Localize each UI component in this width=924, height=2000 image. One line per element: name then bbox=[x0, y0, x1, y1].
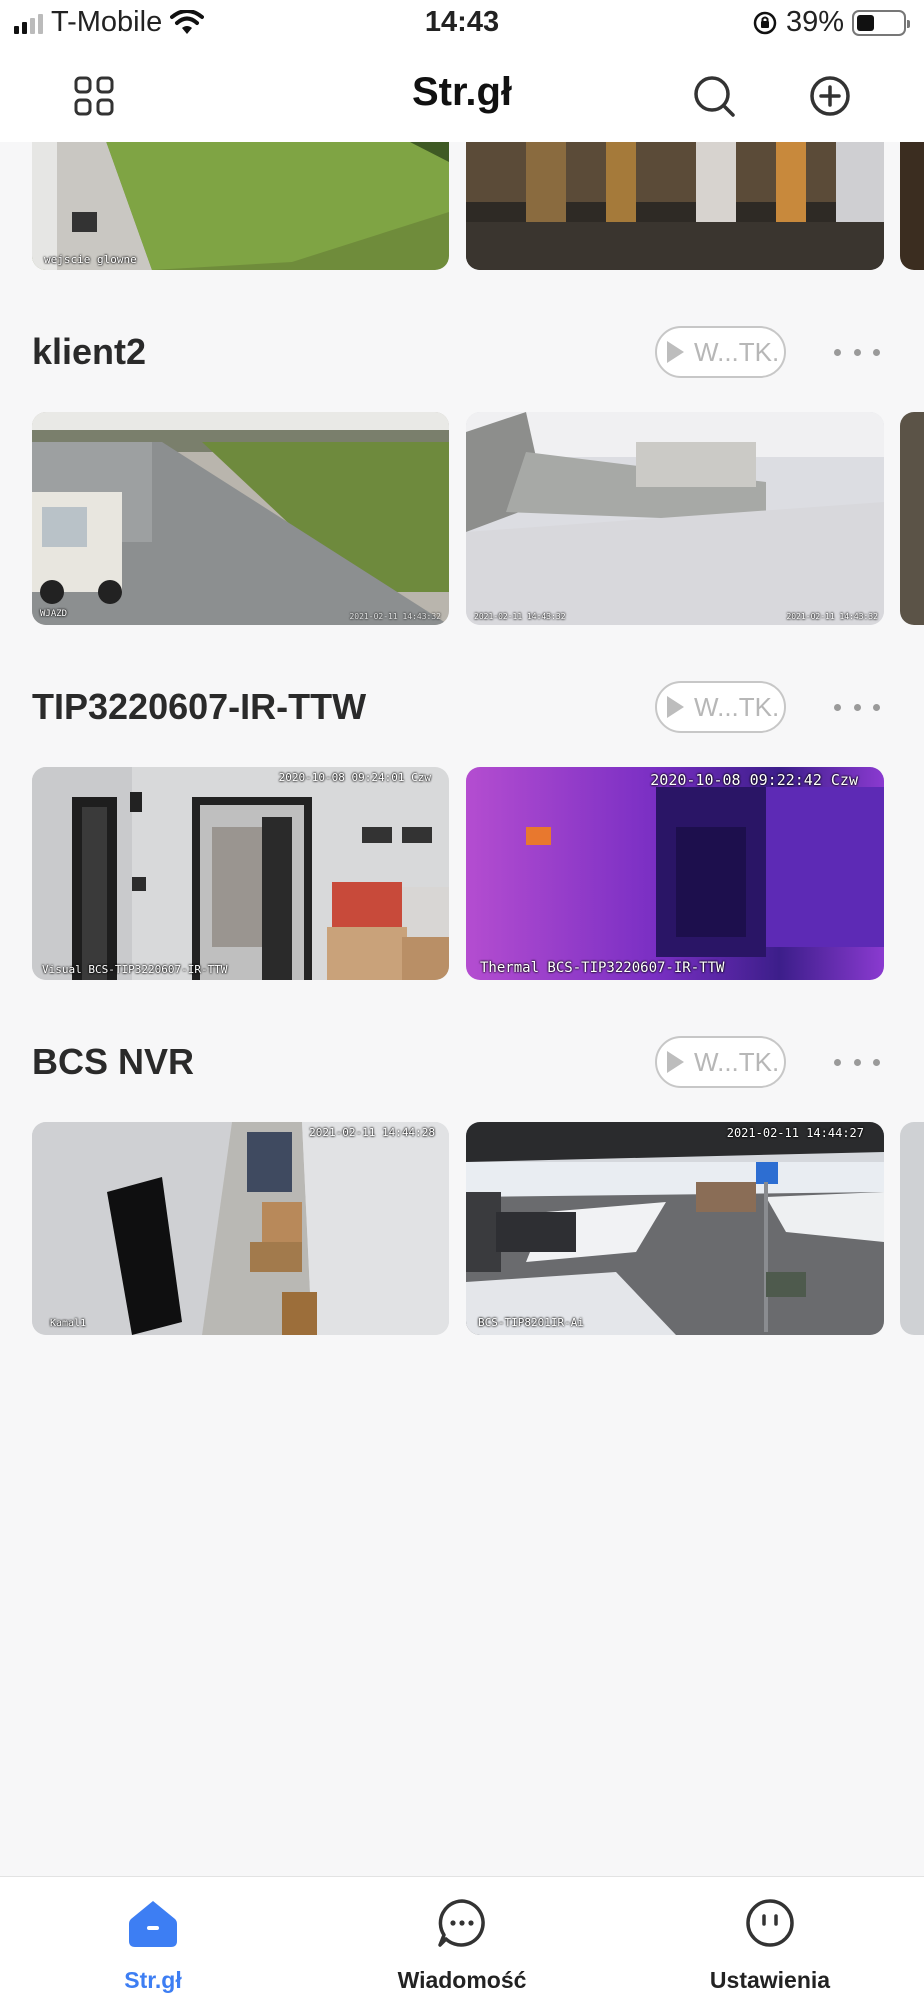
camera-thumbnail-entrance[interactable]: wejscie glowne bbox=[32, 142, 449, 270]
camera-thumbnail-corridor[interactable]: 2021-02-11 14:44:28 Kamal1 bbox=[32, 1122, 449, 1335]
camera-timestamp: 2021-02-11 14:44:27 bbox=[726, 1126, 864, 1140]
tab-home[interactable]: Str.gł bbox=[53, 1893, 253, 1994]
play-icon bbox=[667, 1051, 684, 1073]
camera-timestamp: 2021-02-11 14:44:28 bbox=[309, 1126, 435, 1139]
add-device-icon[interactable] bbox=[806, 72, 854, 120]
orientation-lock-icon bbox=[753, 11, 777, 34]
more-options-icon[interactable] bbox=[834, 342, 880, 362]
search-icon[interactable] bbox=[690, 72, 738, 120]
camera-timestamp: 2020-10-08 09:24:01 Czw bbox=[278, 771, 431, 784]
settings-face-icon bbox=[746, 1899, 794, 1947]
camera-caption: WJAZD bbox=[40, 609, 68, 619]
status-bar: T-Mobile 14:43 39% bbox=[0, 0, 924, 46]
camera-thumbnail-wjazd[interactable]: WJAZD 2021-02-11 14:43:32 bbox=[32, 412, 449, 625]
camera-caption: Kamal1 bbox=[50, 1318, 87, 1329]
play-icon bbox=[667, 341, 684, 363]
camera-thumbnail-thermal[interactable]: 2020-10-08 09:22:42 Czw Thermal BCS-TIP3… bbox=[466, 767, 884, 980]
play-all-button[interactable]: W...TK. bbox=[655, 1036, 786, 1088]
page-title: Str.gł bbox=[411, 70, 513, 114]
camera-timestamp: 2020-10-08 09:22:42 Czw bbox=[650, 771, 858, 789]
tab-label: Str.gł bbox=[124, 1967, 182, 1993]
group-title: BCS NVR bbox=[32, 1041, 195, 1082]
play-all-button[interactable]: W...TK. bbox=[655, 326, 786, 378]
tab-settings[interactable]: Ustawienia bbox=[670, 1893, 870, 1994]
play-icon bbox=[667, 696, 684, 718]
more-options-icon[interactable] bbox=[834, 1052, 880, 1072]
camera-thumbnail-partial[interactable] bbox=[900, 412, 924, 625]
camera-thumbnail-visual[interactable]: 2020-10-08 09:24:01 Czw Visual BCS-TIP32… bbox=[32, 767, 449, 980]
camera-timestamp: 2021-02-11 14:43:32 bbox=[474, 612, 566, 621]
tab-messages[interactable]: Wiadomość bbox=[362, 1893, 562, 1994]
camera-thumbnail-crossroad[interactable]: 2021-02-11 14:44:27 BCS-TIP8201IR-Ai bbox=[466, 1122, 884, 1335]
camera-caption: Thermal BCS-TIP3220607-IR-TTW bbox=[480, 960, 725, 976]
navigation-bar: Str.gł bbox=[0, 46, 924, 142]
device-list: wejscie glowne klient2 W...TK. WJAZD 202… bbox=[0, 142, 924, 1876]
battery-percent: 39% bbox=[785, 6, 844, 38]
camera-thumbnail-partial[interactable] bbox=[900, 142, 924, 270]
camera-thumbnail-warehouse[interactable] bbox=[466, 142, 884, 270]
camera-caption: Visual BCS-TIP3220607-IR-TTW bbox=[42, 963, 228, 976]
tab-label: Ustawienia bbox=[709, 1967, 831, 1993]
camera-thumbnail-yard[interactable]: 2021-02-11 14:43:32 2021-02-11 14:43:32 bbox=[466, 412, 884, 625]
home-icon bbox=[129, 1901, 177, 1947]
camera-timestamp: 2021-02-11 14:43:32 bbox=[349, 612, 441, 621]
battery-icon bbox=[852, 9, 910, 36]
group-title: klient2 bbox=[32, 331, 147, 372]
camera-caption: BCS-TIP8201IR-Ai bbox=[478, 1316, 584, 1329]
tab-label: Wiadomość bbox=[397, 1967, 527, 1993]
play-all-button[interactable]: W...TK. bbox=[655, 681, 786, 733]
more-options-icon[interactable] bbox=[834, 697, 880, 717]
tab-bar: Str.gł Wiadomość Ustawienia bbox=[0, 1876, 924, 2000]
camera-thumbnail-partial[interactable] bbox=[900, 1122, 924, 1335]
message-icon bbox=[438, 1899, 485, 1947]
camera-caption: wejscie glowne bbox=[44, 253, 137, 266]
group-title: TIP3220607-IR-TTW bbox=[32, 686, 367, 727]
camera-timestamp-right: 2021-02-11 14:43:32 bbox=[786, 612, 878, 621]
